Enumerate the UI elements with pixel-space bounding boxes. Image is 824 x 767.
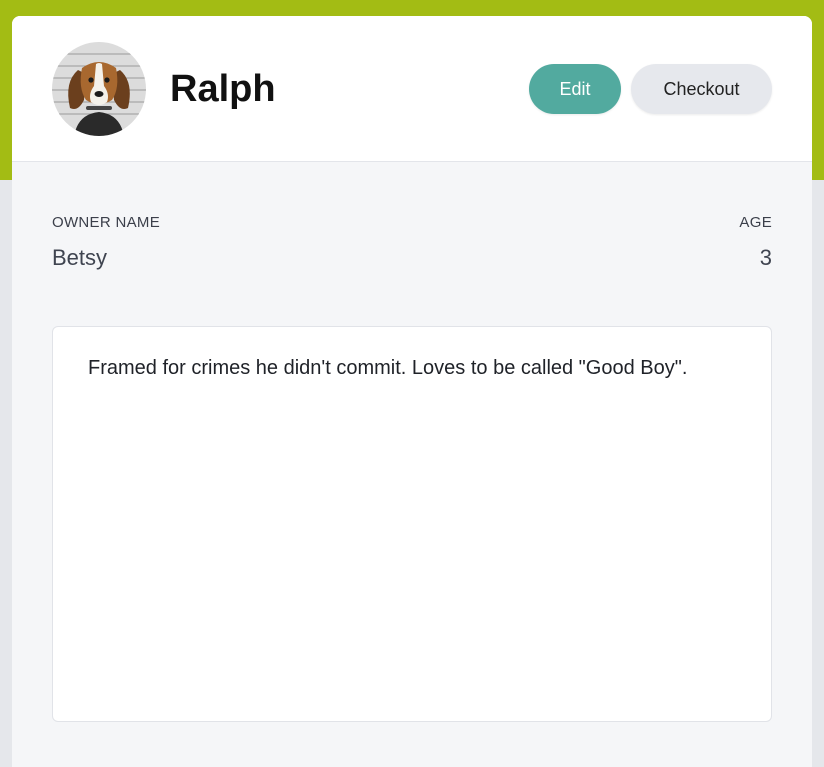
checkout-button[interactable]: Checkout [631, 64, 772, 114]
edit-button[interactable]: Edit [529, 64, 621, 114]
pet-name: Ralph [170, 68, 276, 110]
owner-name-value: Betsy [52, 245, 108, 270]
pet-profile-card: Ralph Edit Checkout OWNER NAME Betsy AGE… [12, 16, 812, 767]
bio-panel: Framed for crimes he didn't commit. Love… [52, 326, 772, 722]
age-value: 3 [759, 245, 772, 270]
profile-header: Ralph Edit Checkout [12, 16, 812, 162]
age-label: AGE [739, 214, 772, 231]
beagle-photo-icon [52, 42, 146, 136]
owner-name-label: OWNER NAME [52, 214, 160, 231]
pet-avatar [52, 42, 146, 136]
bio-text: Framed for crimes he didn't commit. Love… [88, 357, 688, 379]
